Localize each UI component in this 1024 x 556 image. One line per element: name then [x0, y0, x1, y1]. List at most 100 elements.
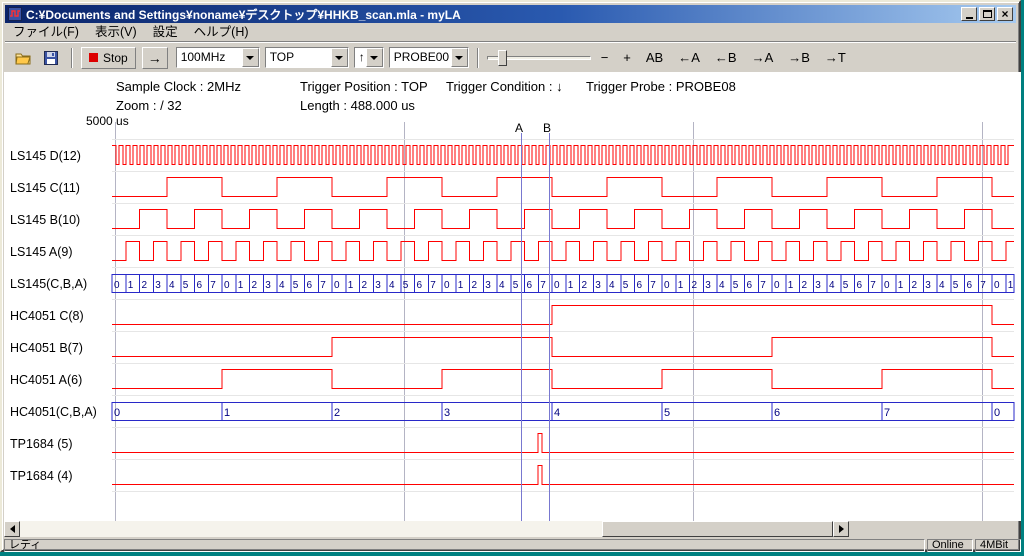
signal-label[interactable]: LS145 A(9) — [10, 245, 73, 259]
bus-value: 2 — [582, 280, 588, 291]
zoom-slider-thumb[interactable] — [498, 50, 507, 66]
prev-cursor-a-button[interactable]: ←A — [673, 47, 705, 69]
save-button[interactable] — [39, 47, 63, 69]
zoom-slider[interactable] — [487, 47, 591, 69]
trigger-edge-select[interactable]: ↑ — [354, 47, 384, 68]
bus-value: 7 — [884, 407, 890, 419]
sample-rate-value: 100MHz — [177, 48, 242, 67]
cursor-b-label[interactable]: B — [540, 121, 554, 135]
bus-value: 4 — [939, 280, 945, 291]
signal-label[interactable]: HC4051(C,B,A) — [10, 405, 97, 419]
bus-value: 2 — [334, 407, 340, 419]
trigger-position-info: Trigger Position : TOP — [300, 79, 428, 94]
bus-value: 1 — [224, 407, 230, 419]
waveform-trace — [112, 338, 1014, 357]
menu-view[interactable]: 表示(V) — [87, 23, 145, 41]
stop-label: Stop — [103, 51, 128, 65]
cursor-a-label[interactable]: A — [512, 121, 526, 135]
bus-value: 4 — [279, 280, 285, 291]
trigger-position-select[interactable]: TOP — [265, 47, 349, 68]
chevron-down-icon[interactable] — [331, 48, 348, 67]
scrollbar-thumb[interactable] — [602, 521, 833, 537]
waveform-trace — [112, 306, 1014, 325]
bus-cell — [222, 403, 332, 421]
ab-range-button[interactable]: AB — [641, 47, 668, 69]
status-memory: 4MBit — [975, 539, 1021, 552]
bus-value: 0 — [994, 407, 1000, 419]
bus-value: 5 — [953, 280, 959, 291]
bus-value: 0 — [114, 407, 120, 419]
next-cursor-a-button[interactable]: →A — [747, 47, 779, 69]
trigger-probe-select[interactable]: PROBE00 — [389, 47, 469, 68]
bus-value: 6 — [774, 407, 780, 419]
sample-rate-select[interactable]: 100MHz — [176, 47, 260, 68]
bus-value: 2 — [472, 280, 478, 291]
maximize-icon — [983, 10, 992, 18]
bus-value: 2 — [912, 280, 918, 291]
floppy-disk-icon — [44, 51, 58, 65]
waveform-canvas[interactable]: LS145 D(12) LS145 C(11) LS145 B(10) LS145 A… — [4, 72, 1021, 521]
bus-value: 6 — [857, 280, 863, 291]
menu-settings[interactable]: 設定 — [145, 23, 186, 41]
dropdown-arrow-icon — [370, 56, 378, 60]
chevron-down-icon[interactable] — [242, 48, 259, 67]
bus-value: 5 — [664, 407, 670, 419]
next-cursor-b-button[interactable]: →B — [783, 47, 815, 69]
length-info: Length : 488.000 us — [300, 98, 415, 113]
bus-cell — [772, 403, 882, 421]
bus-value: 7 — [540, 280, 546, 291]
signal-label[interactable]: HC4051 C(8) — [10, 309, 84, 323]
bus-cell — [112, 403, 222, 421]
scroll-left-button[interactable] — [4, 521, 20, 537]
title-bar[interactable]: C:¥Documents and Settings¥noname¥デスクトップ¥… — [5, 5, 1016, 23]
menu-help[interactable]: ヘルプ(H) — [186, 23, 257, 41]
trigger-condition-info: Trigger Condition : ↓ — [446, 79, 563, 94]
signal-label[interactable]: LS145 C(11) — [10, 181, 80, 195]
run-button[interactable]: → — [142, 47, 168, 69]
menu-bar: ファイル(F) 表示(V) 設定 ヘルプ(H) — [5, 23, 1016, 42]
app-window: C:¥Documents and Settings¥noname¥デスクトップ¥… — [0, 0, 1021, 552]
signal-label[interactable]: LS145 D(12) — [10, 149, 81, 163]
bus-value: 4 — [719, 280, 725, 291]
open-folder-icon — [15, 51, 31, 65]
arrow-right-icon — [839, 525, 844, 533]
time-division-label: 5000 us — [86, 114, 129, 128]
bus-value: 6 — [527, 280, 533, 291]
menu-file[interactable]: ファイル(F) — [5, 23, 87, 41]
waveform-trace — [112, 178, 1014, 197]
signal-label[interactable]: LS145(C,B,A) — [10, 277, 87, 291]
close-button[interactable]: × — [997, 7, 1013, 21]
zoom-out-button[interactable]: − — [596, 47, 614, 69]
bus-value: 1 — [678, 280, 684, 291]
bus-value: 3 — [925, 280, 931, 291]
signal-label[interactable]: HC4051 B(7) — [10, 341, 83, 355]
signal-label[interactable]: LS145 B(10) — [10, 213, 80, 227]
horizontal-scrollbar[interactable] — [4, 521, 849, 537]
bus-value: 5 — [183, 280, 189, 291]
waveform-trace — [112, 434, 1014, 453]
chevron-down-icon[interactable] — [451, 48, 468, 67]
waveform-trace — [112, 242, 1014, 261]
bus-value: 2 — [362, 280, 368, 291]
zoom-in-button[interactable]: + — [618, 47, 636, 69]
goto-trigger-button[interactable]: →T — [820, 47, 851, 69]
chevron-down-icon[interactable] — [366, 48, 383, 67]
bus-value: 0 — [224, 280, 230, 291]
scroll-right-button[interactable] — [833, 521, 849, 537]
bus-value: 4 — [499, 280, 505, 291]
signal-label[interactable]: HC4051 A(6) — [10, 373, 82, 387]
bus-value: 0 — [664, 280, 670, 291]
signal-label[interactable]: TP1684 (5) — [10, 437, 73, 451]
dropdown-arrow-icon — [335, 56, 343, 60]
stop-button[interactable]: Stop — [81, 47, 136, 69]
trigger-probe-value: PROBE00 — [390, 48, 451, 67]
waveform-trace — [112, 210, 1014, 229]
minimize-button[interactable] — [961, 7, 977, 21]
bus-value: 0 — [774, 280, 780, 291]
bus-value: 7 — [980, 280, 986, 291]
prev-cursor-b-button[interactable]: ←B — [710, 47, 742, 69]
maximize-button[interactable] — [979, 7, 995, 21]
signal-label[interactable]: TP1684 (4) — [10, 469, 73, 483]
open-file-button[interactable] — [11, 47, 35, 69]
bus-value: 0 — [994, 280, 1000, 291]
